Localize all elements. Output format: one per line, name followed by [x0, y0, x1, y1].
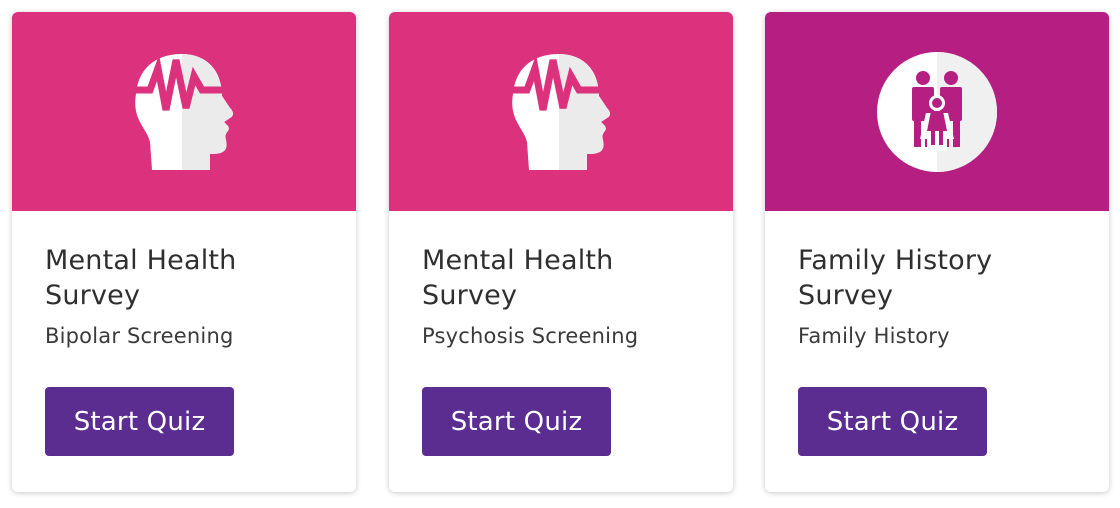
card-title: Mental Health Survey: [422, 243, 713, 313]
card-title-line: Family History: [798, 245, 993, 276]
head-brainwave-icon: [124, 53, 233, 170]
card-banner: [389, 12, 733, 211]
card-title-line: Survey: [45, 280, 141, 311]
start-quiz-button[interactable]: Start Quiz: [422, 387, 611, 456]
card-subtitle: Family History: [798, 324, 950, 348]
start-quiz-button[interactable]: Start Quiz: [798, 387, 987, 456]
family-icon: [877, 51, 997, 172]
start-quiz-button[interactable]: Start Quiz: [45, 387, 234, 456]
card-title-line: Survey: [422, 280, 518, 311]
card-body: Mental Health Survey Bipolar Screening S…: [12, 211, 356, 456]
card-title-line: Survey: [798, 280, 894, 311]
head-brainwave-icon: [501, 53, 610, 170]
card-body: Family History Survey Family History Sta…: [765, 211, 1109, 456]
quiz-card: Family History Survey Family History Sta…: [765, 12, 1109, 492]
quiz-card: Mental Health Survey Bipolar Screening S…: [12, 12, 356, 492]
card-title: Family History Survey: [798, 243, 1089, 313]
card-title: Mental Health Survey: [45, 243, 336, 313]
card-title-line: Mental Health: [45, 245, 237, 276]
card-banner: [12, 12, 356, 211]
quiz-card: Mental Health Survey Psychosis Screening…: [389, 12, 733, 492]
card-title-line: Mental Health: [422, 245, 614, 276]
card-body: Mental Health Survey Psychosis Screening…: [389, 211, 733, 456]
card-subtitle: Bipolar Screening: [45, 324, 234, 348]
card-subtitle: Psychosis Screening: [422, 324, 639, 348]
card-banner: [765, 12, 1109, 211]
